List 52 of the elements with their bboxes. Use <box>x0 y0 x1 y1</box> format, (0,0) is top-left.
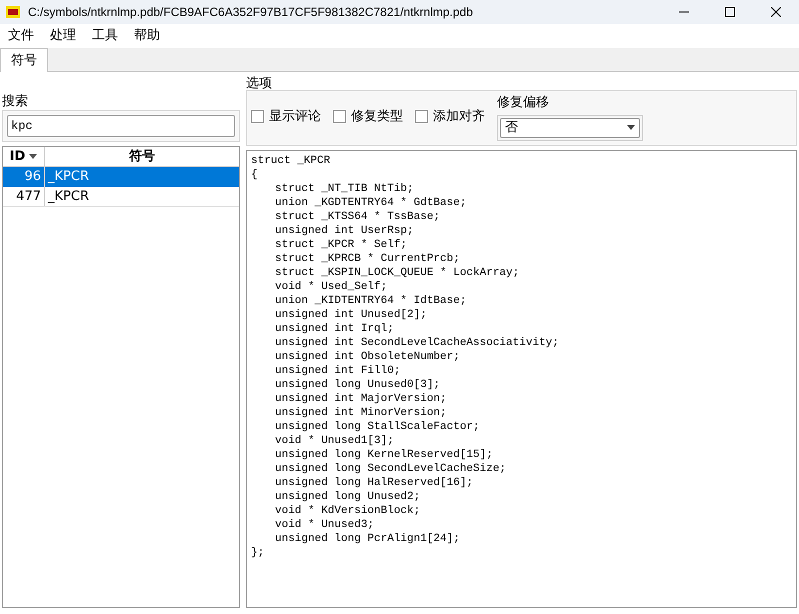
code-line: union _KIDTENTRY64 * IdtBase; <box>274 294 468 308</box>
menu-item[interactable]: 帮助 <box>128 26 166 46</box>
fix-offset-dropdown[interactable]: 否 <box>497 114 643 140</box>
checkbox[interactable]: 修复类型 <box>333 107 403 126</box>
code-line: unsigned int SecondLevelCacheAssociativity; <box>274 336 560 350</box>
code-line: { <box>251 168 259 182</box>
code-line: struct _NT_TIB NtTib; <box>274 182 415 196</box>
code-line: void * Unused3; <box>274 518 376 532</box>
menu-item[interactable]: 文件 <box>2 26 40 46</box>
code-line: unsigned long HalReserved[16]; <box>274 476 474 490</box>
code-line: void * Unused1[3]; <box>274 434 395 448</box>
code-line: unsigned int Unused[2]; <box>274 308 428 322</box>
code-line: unsigned long KernelReserved[15]; <box>274 448 494 462</box>
column-header[interactable]: ID <box>3 147 45 166</box>
code-line: unsigned long PcrAlign1[24]; <box>274 532 461 546</box>
code-line: struct _KSPIN_LOCK_QUEUE * LockArray; <box>274 266 520 280</box>
code-line: unsigned int Irql; <box>274 322 395 336</box>
column-header[interactable]: 符号 <box>45 147 239 166</box>
maximize-icon <box>725 7 735 17</box>
checkbox[interactable]: 添加对齐 <box>415 107 485 126</box>
code-line: unsigned int Fill0; <box>274 364 402 378</box>
search-field[interactable]: kpc <box>7 115 235 137</box>
code-line: unsigned int UserRsp; <box>274 224 415 238</box>
code-line: struct _KPCR <box>251 154 332 168</box>
code-line: struct _KPCR * Self; <box>274 238 408 252</box>
window-title: C:/symbols/ntkrnlmp.pdb/FCB9AFC6A352F97B17CF5F981382C7821/ntkrnlmp.pdb <box>28 4 473 21</box>
code-line: void * Used_Self; <box>274 280 388 294</box>
menu-item[interactable]: 处理 <box>44 26 82 46</box>
code-line: unsigned long Unused0[3]; <box>274 378 442 392</box>
app-icon <box>6 6 20 18</box>
code-line: unsigned int ObsoleteNumber; <box>274 350 461 364</box>
table-row[interactable]: 477 _KPCR <box>3 187 239 207</box>
dropdown-caret-icon <box>627 125 635 130</box>
code-line: unsigned long StallScaleFactor; <box>274 420 481 434</box>
search-label: 搜索 <box>2 93 29 110</box>
code-line: void * KdVersionBlock; <box>274 504 422 518</box>
fix-offset-label: 修复偏移 <box>497 94 550 112</box>
code-line: struct _KPRCB * CurrentPrcb; <box>274 252 461 266</box>
code-line: unsigned long SecondLevelCacheSize; <box>274 462 508 476</box>
checkbox[interactable]: 显示评论 <box>251 107 321 126</box>
code-line: struct _KTSS64 * TssBase; <box>274 210 442 224</box>
code-line: unsigned int MinorVersion; <box>274 406 448 420</box>
code-line: union _KGDTENTRY64 * GdtBase; <box>274 196 468 210</box>
options-label: 选项 <box>246 75 273 90</box>
tab[interactable]: 符号 <box>0 48 48 72</box>
sort-icon <box>29 154 38 159</box>
code-line: unsigned int MajorVersion; <box>274 392 448 406</box>
code-line: }; <box>251 546 266 560</box>
table-row[interactable]: 96 _KPCR <box>3 167 239 187</box>
close-icon <box>771 7 781 17</box>
code-line: unsigned long Unused2; <box>274 490 422 504</box>
menu-item[interactable]: 工具 <box>86 26 124 46</box>
